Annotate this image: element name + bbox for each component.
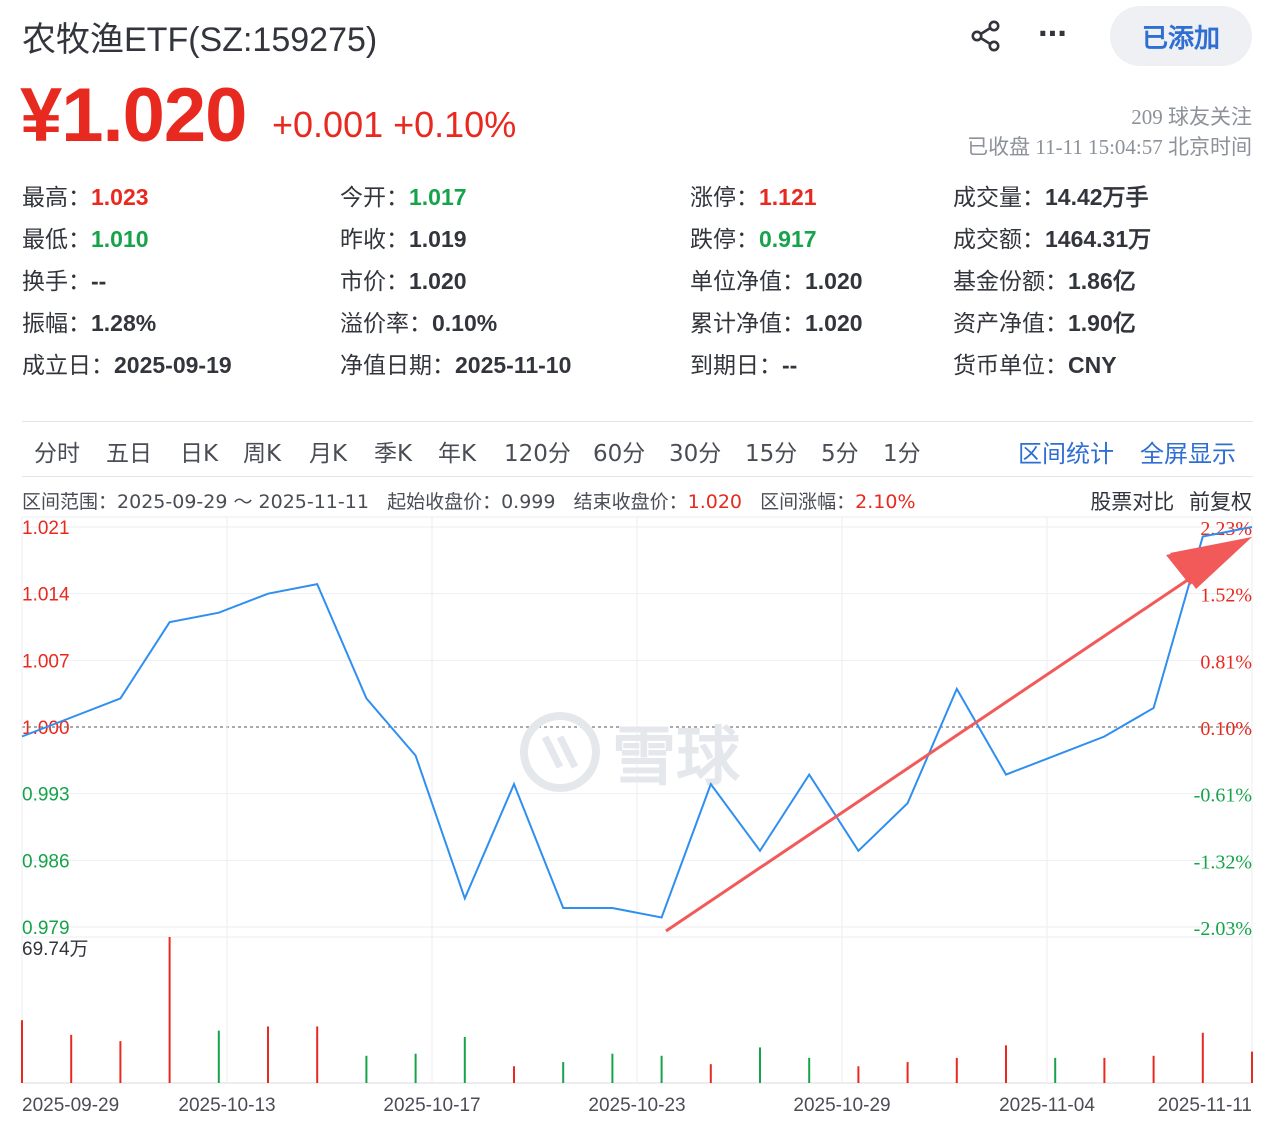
y-pct-tick-label: 1.52% <box>1200 585 1252 607</box>
tab-monthly-k[interactable]: 月K <box>309 434 347 468</box>
tab-intraday[interactable]: 分时 <box>34 434 80 468</box>
y-price-tick-label: 0.993 <box>22 785 70 806</box>
share-icon[interactable] <box>968 18 1004 54</box>
chart-grid <box>21 516 1253 1084</box>
quote-stats: 最高：1.023 最低：1.010 换手：-- 振幅：1.28% 成立日：202… <box>0 170 1274 380</box>
x-date-tick-label: 2025-11-04 <box>999 1095 1095 1116</box>
tab-5min[interactable]: 5分 <box>821 434 859 468</box>
range-stats-button[interactable]: 区间统计 <box>1018 434 1114 469</box>
stat-expiry: 到期日：-- <box>690 352 798 379</box>
stat-limit-up: 涨停：1.121 <box>690 184 817 211</box>
x-date-tick-label: 2025-10-17 <box>383 1095 480 1116</box>
watermark: 雪球 <box>520 712 741 795</box>
tab-1min[interactable]: 1分 <box>883 434 921 468</box>
y-price-tick-label: 0.979 <box>22 918 70 939</box>
y-pct-tick-label: 0.10% <box>1200 718 1252 740</box>
stat-prev-close: 昨收：1.019 <box>340 226 467 253</box>
y-pct-tick-label: -0.61% <box>1194 785 1252 807</box>
tab-quarterly-k[interactable]: 季K <box>374 434 412 468</box>
stat-net-assets: 资产净值：1.90亿 <box>953 310 1136 337</box>
y-pct-tick-label: 0.81% <box>1200 651 1252 673</box>
tab-5day[interactable]: 五日 <box>106 434 152 468</box>
stat-market-price: 市价：1.020 <box>340 268 467 295</box>
stat-fund-shares: 基金份额：1.86亿 <box>953 268 1136 295</box>
tab-daily-k[interactable]: 日K <box>180 434 218 468</box>
stat-turnover: 换手：-- <box>22 268 107 295</box>
chart-tools: 股票对比 前复权 <box>1082 486 1252 516</box>
market-status: 已收盘 11-11 15:04:57 北京时间 <box>967 135 1252 159</box>
stat-limit-down: 跌停：0.917 <box>690 226 817 253</box>
added-to-watchlist-button[interactable]: 已添加 <box>1110 6 1252 66</box>
current-price: ¥1.020 <box>20 73 247 158</box>
period-tabs: 分时 五日 日K 周K 月K 季K 年K 120分 60分 30分 15分 5分… <box>22 421 1253 477</box>
y-price-tick-label: 1.014 <box>22 585 70 606</box>
price-change: +0.001 +0.10% <box>272 104 517 145</box>
stat-currency: 货币单位：CNY <box>953 352 1117 379</box>
trend-arrow <box>665 537 1252 933</box>
y-pct-tick-label: -1.32% <box>1194 851 1252 873</box>
stat-high: 最高：1.023 <box>22 184 149 211</box>
stat-low: 最低：1.010 <box>22 226 149 253</box>
stock-compare-button[interactable]: 股票对比 <box>1090 490 1174 514</box>
tab-120min[interactable]: 120分 <box>504 434 571 468</box>
stat-amount: 成交额：1464.31万 <box>953 226 1152 253</box>
stat-volume: 成交量：14.42万手 <box>953 184 1149 211</box>
watermark-text: 雪球 <box>612 721 741 795</box>
y-price-tick-label: 1.007 <box>22 651 70 672</box>
volume-max-label: 69.74万 <box>22 939 89 960</box>
y-pct-tick-label: -2.03% <box>1194 918 1252 940</box>
fullscreen-button[interactable]: 全屏显示 <box>1140 434 1236 469</box>
x-date-tick-label: 2025-11-11 <box>1158 1095 1252 1116</box>
stat-cum-nav: 累计净值：1.020 <box>690 310 863 337</box>
forward-adjust-button[interactable]: 前复权 <box>1189 490 1252 514</box>
x-date-tick-label: 2025-10-13 <box>178 1095 275 1116</box>
tab-yearly-k[interactable]: 年K <box>438 434 476 468</box>
stat-nav-date: 净值日期：2025-11-10 <box>340 352 572 379</box>
range-info: 区间范围：2025-09-29 ～ 2025-11-11 起始收盘价：0.999… <box>22 491 916 513</box>
page-title: 农牧渔ETF(SZ:159275) <box>22 21 378 59</box>
y-price-tick-label: 1.021 <box>22 518 70 539</box>
tab-60min[interactable]: 60分 <box>593 434 645 468</box>
price-chart[interactable]: 雪球 1.0211.0141.0071.0000.9930.9860.9792.… <box>0 515 1274 1127</box>
x-date-tick-label: 2025-09-29 <box>22 1095 119 1116</box>
stat-unit-nav: 单位净值：1.020 <box>690 268 863 295</box>
tab-30min[interactable]: 30分 <box>669 434 721 468</box>
x-date-tick-label: 2025-10-29 <box>793 1095 890 1116</box>
tab-15min[interactable]: 15分 <box>745 434 797 468</box>
tab-weekly-k[interactable]: 周K <box>243 434 281 468</box>
stat-founded: 成立日：2025-09-19 <box>22 352 232 379</box>
stat-amplitude: 振幅：1.28% <box>22 310 157 337</box>
y-price-tick-label: 0.986 <box>22 851 70 872</box>
stat-premium: 溢价率：0.10% <box>340 310 498 337</box>
stat-open: 今开：1.017 <box>340 184 467 211</box>
more-options-icon[interactable]: ··· <box>1034 16 1070 52</box>
x-date-tick-label: 2025-10-23 <box>588 1095 685 1116</box>
follower-count[interactable]: 209 球友关注 <box>1131 101 1252 131</box>
